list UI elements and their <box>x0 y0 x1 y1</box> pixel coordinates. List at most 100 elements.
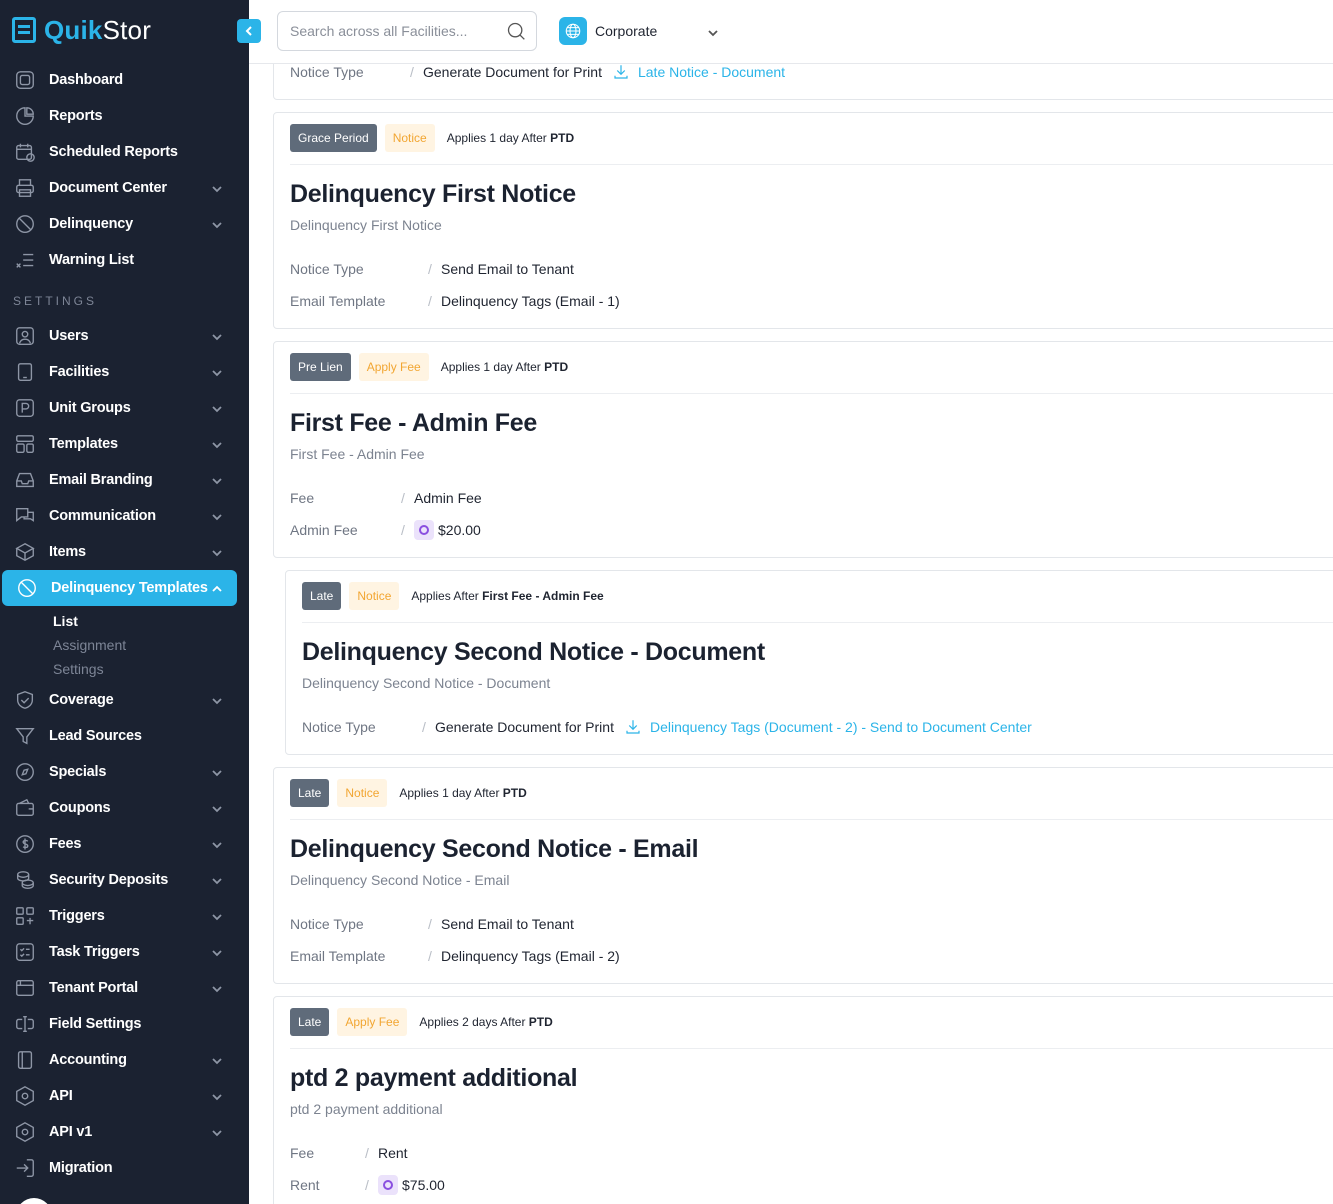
row-label: Email Template <box>290 293 386 309</box>
row-separator: / <box>401 490 405 506</box>
sidebar-item-accounting[interactable]: Accounting <box>0 1042 249 1078</box>
action-badge: Apply Fee <box>337 1008 408 1036</box>
sidebar-item-label: Field Settings <box>49 1016 142 1032</box>
row-value: $75.00 <box>378 1175 445 1195</box>
card-title: Delinquency Second Notice - Email <box>290 835 699 863</box>
applies-reference: PTD <box>544 360 569 374</box>
sidebar-item-label: Triggers <box>49 908 105 924</box>
sidebar-item-label: Delinquency <box>49 216 134 232</box>
row-value: Send Email to Tenant <box>441 261 574 277</box>
sidebar: QuikStor Dashboard Reports Scheduled Rep… <box>0 0 249 1204</box>
sidebar-item-label: Coverage <box>49 692 114 708</box>
sidebar-subitem-list[interactable]: List <box>53 613 78 629</box>
sidebar-item-task-triggers[interactable]: Task Triggers <box>0 934 249 970</box>
sidebar-item-reports[interactable]: Reports <box>0 98 249 134</box>
sidebar-item-api-v1[interactable]: API v1 <box>0 1114 249 1150</box>
sidebar-item-email-branding[interactable]: Email Branding <box>0 462 249 498</box>
row-value: Delinquency Tags (Email - 2) <box>441 948 620 964</box>
sidebar-item-coupons[interactable]: Coupons <box>0 790 249 826</box>
sidebar-subitem-settings[interactable]: Settings <box>53 661 104 677</box>
facility-selector[interactable]: Corporate <box>559 16 729 46</box>
warning-list-icon <box>13 248 37 272</box>
sidebar-item-triggers[interactable]: Triggers <box>0 898 249 934</box>
chevron-up-icon <box>211 582 223 594</box>
box-icon <box>13 540 37 564</box>
sidebar-item-warning-list[interactable]: Warning List <box>0 242 249 278</box>
settings-heading: SETTINGS <box>13 294 98 308</box>
sidebar-item-facilities[interactable]: Facilities <box>0 354 249 390</box>
row-value: $20.00 <box>414 520 481 540</box>
fee-amount: $20.00 <box>438 522 481 538</box>
stage-badge: Grace Period <box>290 124 377 152</box>
sidebar-subitem-assignment[interactable]: Assignment <box>53 637 126 653</box>
sidebar-item-specials[interactable]: Specials <box>0 754 249 790</box>
sidebar-item-document-center[interactable]: Document Center <box>0 170 249 206</box>
sidebar-item-communication[interactable]: Communication <box>0 498 249 534</box>
chevron-down-icon <box>211 838 223 850</box>
inbox-icon <box>13 468 37 492</box>
row-separator: / <box>365 1177 369 1193</box>
logo-text-stor: Stor <box>102 14 152 45</box>
wallet-icon <box>13 796 37 820</box>
stage-badge: Late <box>302 582 342 610</box>
sidebar-item-lead-sources[interactable]: Lead Sources <box>0 718 249 754</box>
detail-row: Fee / Rent <box>290 1142 408 1164</box>
row-label: Email Template <box>290 948 386 964</box>
sidebar-item-label: Items <box>49 544 86 560</box>
building-icon <box>13 360 37 384</box>
card-subtitle: ptd 2 payment additional <box>290 1101 443 1117</box>
sidebar-item-field-settings[interactable]: Field Settings <box>0 1006 249 1042</box>
chevron-down-icon <box>211 874 223 886</box>
divider <box>290 393 1333 394</box>
avatar[interactable] <box>16 1198 52 1204</box>
sidebar-item-label: API <box>49 1088 73 1104</box>
logo-text-quik: Quik <box>44 14 103 45</box>
action-badge: Notice <box>349 582 400 610</box>
sidebar-item-delinquency[interactable]: Delinquency <box>0 206 249 242</box>
sidebar-item-items[interactable]: Items <box>0 534 249 570</box>
sidebar-item-templates[interactable]: Templates <box>0 426 249 462</box>
sidebar-item-fees[interactable]: Fees <box>0 826 249 862</box>
chevron-down-icon <box>211 438 223 450</box>
sidebar-item-api[interactable]: API <box>0 1078 249 1114</box>
text-cursor-icon <box>13 1012 37 1036</box>
sidebar-item-label: Email Branding <box>49 472 153 488</box>
divider <box>290 819 1333 820</box>
sidebar-item-dashboard[interactable]: Dashboard <box>0 62 249 98</box>
sidebar-item-unit-groups[interactable]: Unit Groups <box>0 390 249 426</box>
row-separator: / <box>428 293 432 309</box>
row-value: Rent <box>378 1145 408 1161</box>
app-logo[interactable]: QuikStor <box>12 14 151 46</box>
browser-window-icon <box>13 976 37 1000</box>
detail-row: Fee / Admin Fee <box>290 487 482 509</box>
document-download-link[interactable]: Late Notice - Document <box>612 63 785 81</box>
chevron-down-icon <box>211 474 223 486</box>
chevron-down-icon <box>211 1054 223 1066</box>
row-value: Delinquency Tags (Email - 1) <box>441 293 620 309</box>
sidebar-item-delinquency-templates[interactable]: Delinquency Templates <box>2 570 237 606</box>
template-card: Late Notice Applies After First Fee - Ad… <box>285 570 1333 755</box>
sidebar-item-label: Warning List <box>49 252 134 268</box>
sidebar-item-migration[interactable]: Migration <box>0 1150 249 1186</box>
ban-icon <box>13 212 37 236</box>
sidebar-item-tenant-portal[interactable]: Tenant Portal <box>0 970 249 1006</box>
row-separator: / <box>401 522 405 538</box>
download-icon <box>614 65 628 79</box>
ledger-icon <box>13 1048 37 1072</box>
collapse-sidebar-button[interactable] <box>237 19 261 43</box>
divider <box>290 1048 1333 1049</box>
pie-chart-icon <box>13 104 37 128</box>
search-input[interactable] <box>290 23 490 39</box>
user-icon <box>13 324 37 348</box>
row-label: Notice Type <box>290 916 364 932</box>
sidebar-item-coverage[interactable]: Coverage <box>0 682 249 718</box>
card-title: First Fee - Admin Fee <box>290 409 537 437</box>
coin-icon <box>414 520 434 540</box>
document-download-link[interactable]: Delinquency Tags (Document - 2) - Send t… <box>624 718 1032 736</box>
coins-icon <box>13 868 37 892</box>
search-icon[interactable] <box>506 21 526 41</box>
card-subtitle: First Fee - Admin Fee <box>290 446 425 462</box>
sidebar-item-security-deposits[interactable]: Security Deposits <box>0 862 249 898</box>
sidebar-item-scheduled-reports[interactable]: Scheduled Reports <box>0 134 249 170</box>
sidebar-item-users[interactable]: Users <box>0 318 249 354</box>
